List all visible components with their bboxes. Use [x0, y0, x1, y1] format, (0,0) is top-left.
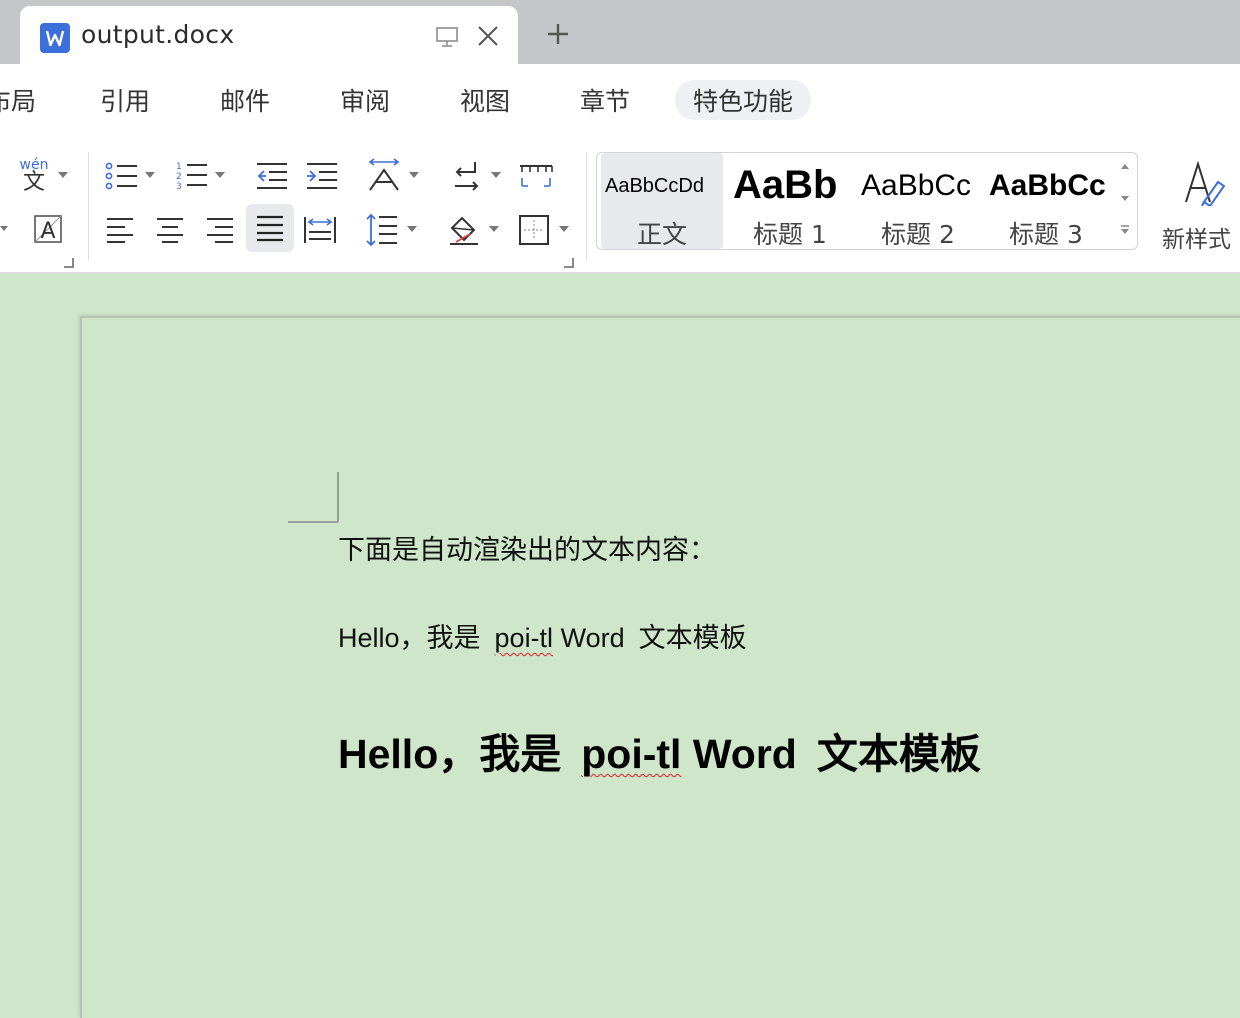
document-paragraph[interactable]: 下面是自动渲染出的文本内容：	[338, 528, 716, 567]
dropdown-arrow-icon[interactable]	[408, 170, 420, 180]
menu-review[interactable]: 审阅	[340, 82, 390, 118]
text-run: 文本模板	[816, 731, 981, 777]
gallery-more-icon[interactable]	[1119, 223, 1131, 237]
distributed-align-icon[interactable]	[300, 210, 340, 250]
dropdown-arrow-icon[interactable]	[56, 168, 70, 182]
justify-icon[interactable]	[246, 204, 294, 252]
dropdown-arrow-icon[interactable]	[488, 224, 500, 234]
new-style-label[interactable]: 新样式	[1162, 220, 1231, 254]
text-run: Hello，我是	[338, 623, 481, 653]
group-expand-icon[interactable]	[64, 258, 74, 268]
misspelled-text: poi-tl	[581, 731, 682, 777]
style-label: 标题 1	[753, 220, 827, 249]
line-spacing-icon[interactable]	[362, 210, 402, 250]
line-break-icon[interactable]	[446, 156, 486, 194]
menu-special-features[interactable]: 特色功能	[675, 80, 812, 120]
menu-mailings[interactable]: 邮件	[220, 82, 270, 118]
style-label: 正文	[637, 220, 688, 249]
document-page[interactable]	[80, 316, 1240, 1018]
style-sample: AaBbCcDd	[605, 175, 704, 197]
text-run: 文本模板	[638, 623, 747, 653]
ruler-icon[interactable]	[516, 158, 556, 194]
borders-icon[interactable]	[514, 210, 554, 250]
pinyin-char: 文	[22, 170, 45, 195]
menu-view[interactable]: 视图	[460, 82, 510, 118]
style-label: 标题 3	[1009, 220, 1083, 249]
decrease-indent-icon[interactable]	[252, 158, 292, 194]
dropdown-arrow-icon[interactable]	[490, 170, 502, 180]
text-run: Word	[560, 623, 625, 653]
style-heading-2[interactable]: AaBbCc 标题 2	[857, 153, 979, 249]
group-expand-icon[interactable]	[564, 258, 574, 268]
style-normal[interactable]: AaBbCcDd 正文	[601, 153, 723, 249]
style-heading-3[interactable]: AaBbCc 标题 3	[985, 153, 1107, 249]
misspelled-text: poi-tl	[494, 623, 554, 653]
text-run: Word	[692, 731, 797, 777]
align-left-icon[interactable]	[100, 210, 140, 250]
pinyin-guide-button[interactable]: wén 文	[14, 156, 54, 196]
close-tab-icon[interactable]	[474, 22, 502, 50]
text-direction-icon[interactable]	[364, 156, 404, 194]
style-sample: AaBbCc	[861, 169, 972, 202]
text-run: Hello，我是	[338, 731, 562, 777]
scroll-up-icon[interactable]	[1119, 161, 1131, 171]
style-heading-1[interactable]: AaBb 标题 1	[729, 153, 851, 249]
shading-fill-icon[interactable]	[444, 210, 484, 250]
svg-text:3: 3	[176, 182, 182, 192]
align-right-icon[interactable]	[200, 210, 240, 250]
align-center-icon[interactable]	[150, 210, 190, 250]
monitor-icon[interactable]	[434, 24, 460, 50]
svg-text:2: 2	[176, 172, 182, 182]
menu-layout[interactable]: 布局	[0, 82, 36, 118]
gallery-scroll	[1111, 153, 1137, 249]
svg-text:A: A	[40, 219, 55, 244]
menu-chapter[interactable]: 章节	[580, 82, 630, 118]
document-tab-title: output.docx	[81, 20, 235, 49]
document-tab[interactable]: output.docx	[20, 6, 518, 64]
numbered-list-icon[interactable]: 123	[172, 158, 212, 194]
bullet-list-icon[interactable]	[102, 158, 142, 194]
word-document-icon	[40, 23, 70, 53]
dropdown-arrow-icon[interactable]	[0, 222, 10, 236]
new-style-icon[interactable]	[1180, 156, 1230, 208]
margin-corner-marker	[288, 472, 339, 523]
scroll-down-icon[interactable]	[1119, 193, 1131, 203]
formatting-toolbar: wén 文 A 123 AaBbCcDd 正文 AaBb 标题 1 AaBbCc…	[0, 136, 1240, 274]
style-gallery: AaBbCcDd 正文 AaBb 标题 1 AaBbCc 标题 2 AaBbCc…	[596, 152, 1138, 250]
new-tab-plus-icon[interactable]	[542, 18, 574, 50]
style-sample: AaBbCc	[989, 169, 1106, 202]
toolbar-separator	[586, 152, 587, 260]
style-label: 标题 2	[881, 220, 955, 249]
dropdown-arrow-icon[interactable]	[406, 224, 418, 234]
svg-text:1: 1	[176, 162, 182, 172]
document-heading[interactable]: Hello，我是 poi-tl Word 文本模板	[338, 720, 981, 780]
style-sample: AaBb	[733, 163, 838, 207]
character-border-icon[interactable]: A	[30, 212, 66, 246]
dropdown-arrow-icon[interactable]	[558, 224, 570, 234]
ribbon-menu: 布局 引用 邮件 审阅 视图 章节 特色功能	[0, 64, 1240, 136]
toolbar-separator	[88, 152, 89, 260]
menu-references[interactable]: 引用	[100, 82, 150, 118]
increase-indent-icon[interactable]	[302, 158, 342, 194]
document-paragraph[interactable]: Hello，我是 poi-tl Word 文本模板	[338, 616, 747, 655]
title-bar: output.docx	[0, 0, 1240, 64]
dropdown-arrow-icon[interactable]	[144, 170, 156, 180]
dropdown-arrow-icon[interactable]	[214, 170, 226, 180]
